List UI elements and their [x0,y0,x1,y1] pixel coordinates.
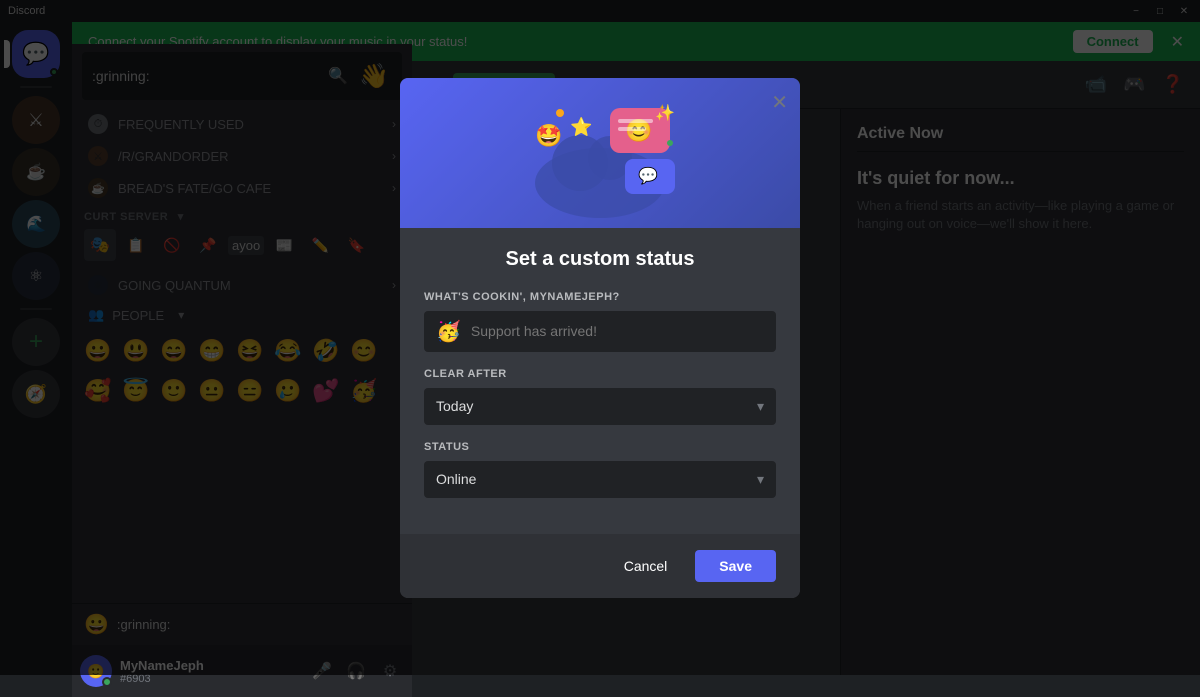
save-button[interactable]: Save [695,550,776,582]
status-chevron: ▾ [757,471,764,488]
modal-close-button[interactable]: ✕ [771,90,788,115]
modal-illustration: 😊 💬 🤩 ✨ ⭐ [510,83,690,223]
svg-text:⭐: ⭐ [570,116,592,137]
clear-after-chevron: ▾ [757,398,764,415]
user-status-dot [102,677,112,687]
status-emoji-button[interactable]: 🥳 [436,319,461,344]
clear-after-select[interactable]: Today ▾ [424,388,776,425]
status-input[interactable] [471,323,764,339]
cancel-button[interactable]: Cancel [608,550,684,582]
status-field-label: WHAT'S COOKIN', MYNAMEJEPH? [424,291,776,303]
custom-status-modal: 😊 💬 🤩 ✨ ⭐ ✕ Set a custom status WHAT'S [400,78,800,598]
modal-overlay[interactable]: 😊 💬 🤩 ✨ ⭐ ✕ Set a custom status WHAT'S [0,0,1200,675]
status-label: STATUS [424,441,776,453]
modal-footer: Cancel Save [400,534,800,598]
status-select[interactable]: Online ▾ [424,461,776,498]
clear-after-value: Today [436,398,757,414]
svg-text:🤩: 🤩 [535,123,562,148]
status-input-wrapper: 🥳 [424,311,776,352]
clear-after-label: CLEAR AFTER [424,368,776,380]
svg-text:💬: 💬 [638,166,658,185]
modal-title: Set a custom status [424,248,776,271]
status-value: Online [436,471,757,487]
modal-image: 😊 💬 🤩 ✨ ⭐ [400,78,800,228]
modal-body: Set a custom status WHAT'S COOKIN', MYNA… [400,228,800,534]
svg-text:✨: ✨ [655,104,675,122]
